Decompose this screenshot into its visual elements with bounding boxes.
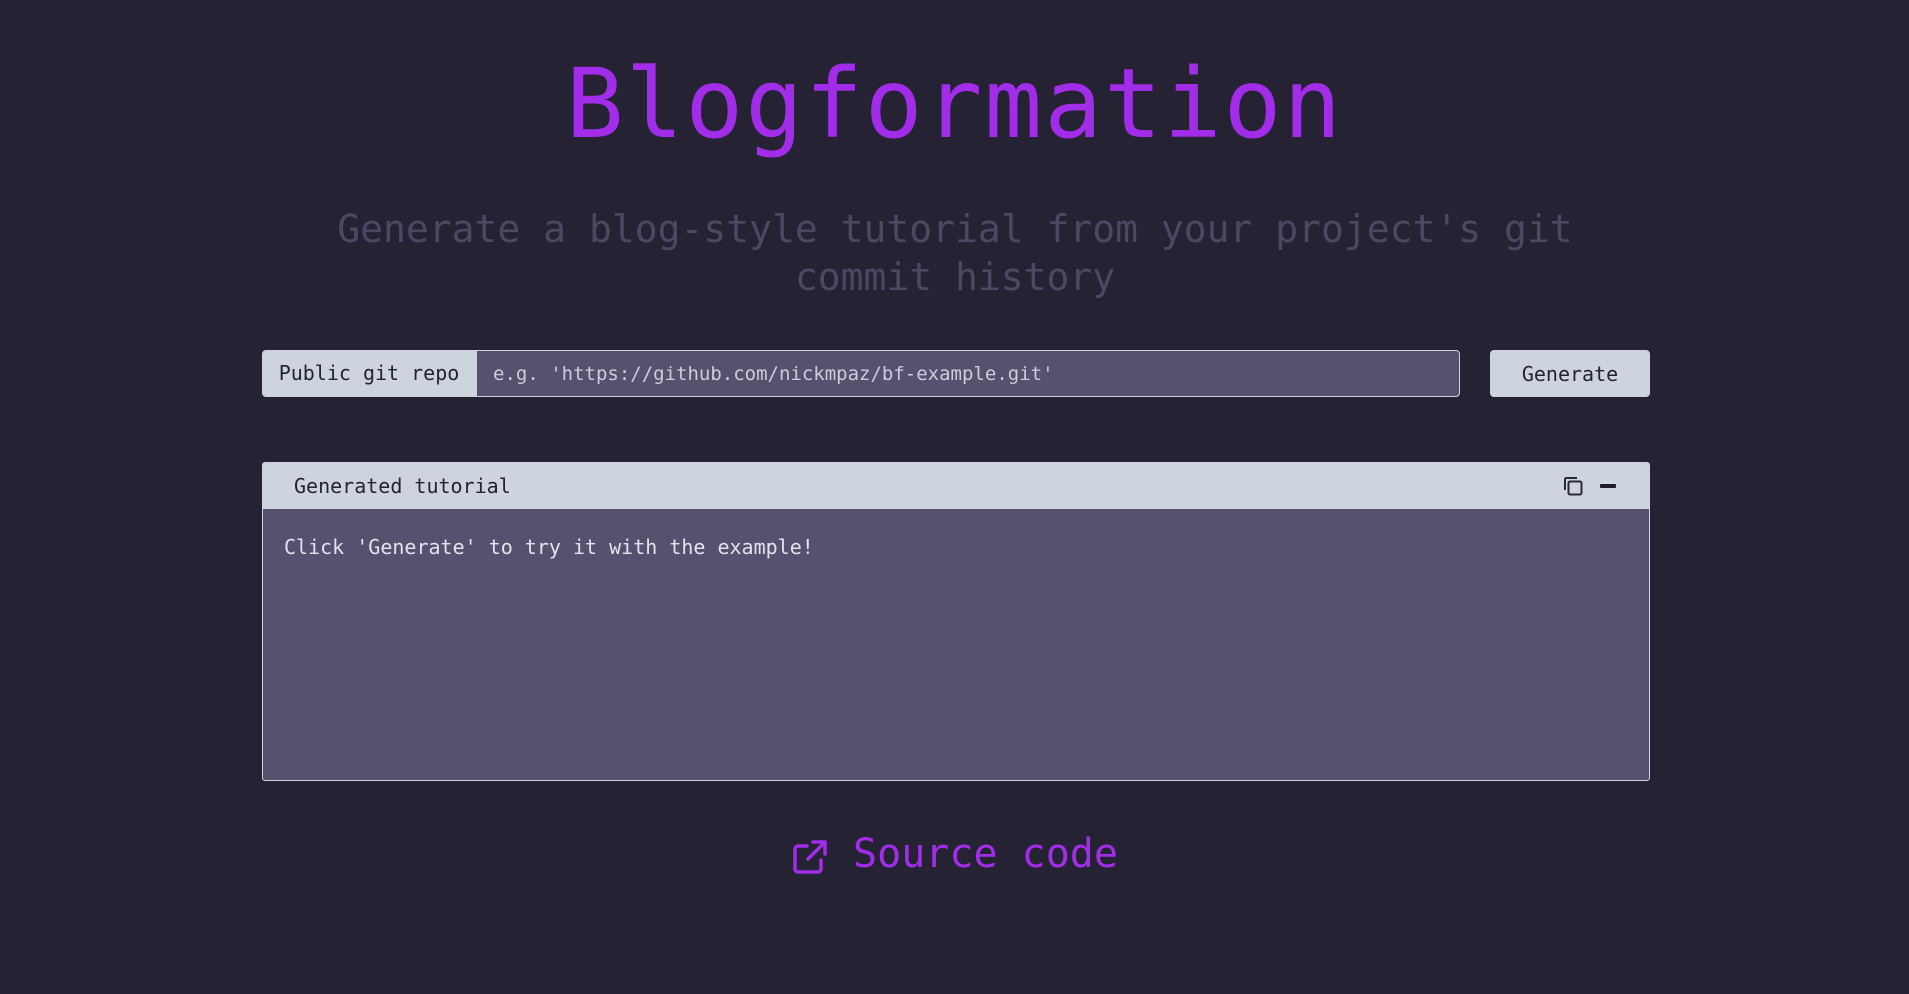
external-link-icon	[791, 835, 829, 874]
repo-label: Public git repo	[262, 350, 476, 397]
copy-icon[interactable]	[1561, 474, 1585, 498]
page-title: Blogformation	[565, 48, 1344, 160]
minimize-icon[interactable]	[1598, 474, 1622, 498]
tutorial-panel-header: Generated tutorial	[263, 463, 1649, 509]
repo-url-input[interactable]	[476, 350, 1460, 397]
source-code-label: Source code	[853, 831, 1118, 877]
source-code-link[interactable]: Source code	[791, 826, 1118, 882]
repo-form: Public git repo Generate	[262, 350, 1650, 397]
tutorial-panel: Generated tutorial Click 'Generate' to t…	[262, 462, 1650, 781]
source-code-link-row: Source code	[0, 826, 1909, 891]
tutorial-output: Click 'Generate' to try it with the exam…	[284, 535, 814, 559]
generate-button[interactable]: Generate	[1490, 350, 1650, 397]
tutorial-panel-title: Generated tutorial	[294, 474, 511, 498]
page-subtitle: Generate a blog-style tutorial from your…	[337, 207, 1573, 299]
